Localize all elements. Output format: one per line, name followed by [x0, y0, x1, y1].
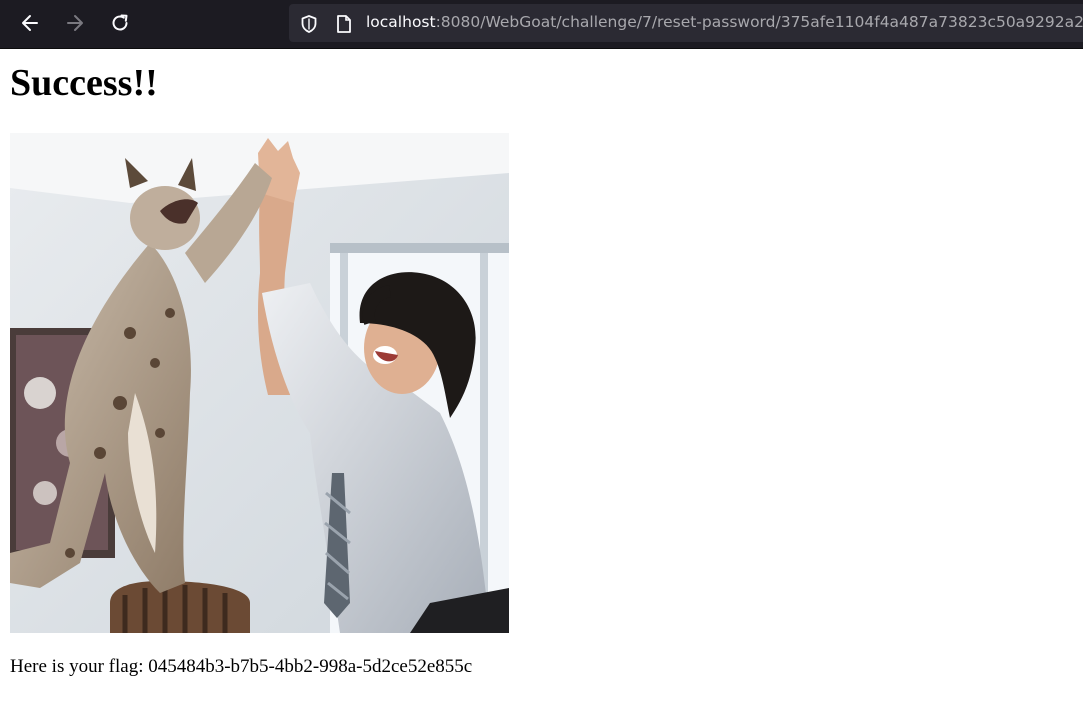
- page-title: Success!!: [10, 62, 158, 104]
- back-button[interactable]: [15, 8, 45, 38]
- url-host: localhost: [366, 13, 436, 31]
- shield-icon[interactable]: [299, 14, 319, 39]
- page-content: Success!! Here is your flag: 045484b3-b7…: [0, 49, 1083, 711]
- reload-icon: [112, 14, 128, 31]
- flag-text: Here is your flag: 045484b3-b7b5-4bb2-99…: [10, 656, 473, 677]
- url-path: :8080/WebGoat/challenge/7/reset-password…: [435, 13, 1083, 31]
- browser-toolbar: localhost:8080/WebGoat/challenge/7/reset…: [0, 0, 1083, 49]
- forward-button[interactable]: [60, 8, 90, 38]
- arrow-left-icon: [22, 15, 38, 31]
- reload-button[interactable]: [105, 8, 135, 38]
- page-icon[interactable]: [335, 14, 353, 39]
- success-image: [10, 133, 509, 633]
- url-text[interactable]: localhost:8080/WebGoat/challenge/7/reset…: [366, 13, 1083, 31]
- address-bar[interactable]: localhost:8080/WebGoat/challenge/7/reset…: [289, 4, 1083, 42]
- arrow-right-icon: [67, 15, 83, 31]
